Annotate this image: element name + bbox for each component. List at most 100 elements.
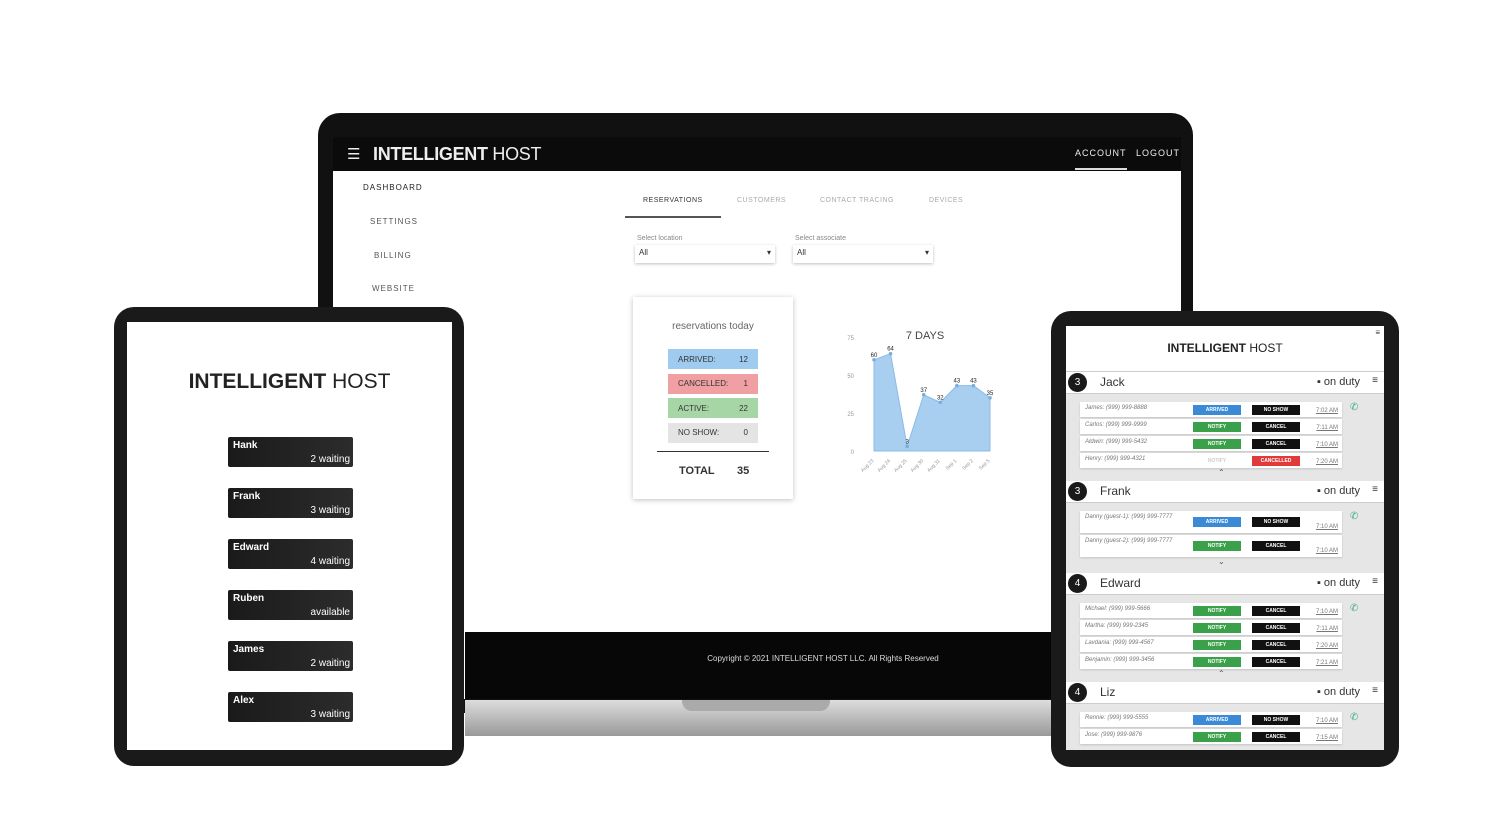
action-button[interactable]: CANCEL <box>1252 622 1300 633</box>
sidebar-item-website[interactable]: WEBSITE <box>372 284 415 293</box>
hamburger-menu-icon[interactable]: ☰ <box>347 145 360 163</box>
area-series <box>873 353 991 452</box>
action-button[interactable]: CANCEL <box>1252 438 1300 449</box>
logo: INTELLIGENT HOST <box>1167 341 1283 355</box>
tab-contact-tracing[interactable]: CONTACT TRACING <box>820 197 894 204</box>
action-button[interactable]: CANCEL <box>1252 639 1300 650</box>
left-tablet-screen: INTELLIGENT HOST Hank 2 waiting Frank 3 wai… <box>127 322 452 750</box>
reservation-time[interactable]: 7:20 AM <box>1316 459 1338 465</box>
host-button[interactable]: James 2 waiting <box>228 641 353 671</box>
status-button[interactable]: ARRIVED <box>1193 404 1241 415</box>
host-section-header[interactable]: 4 Edward ▪ on duty ≡ <box>1066 573 1384 595</box>
checkbox-icon[interactable]: ▪ <box>1317 577 1324 589</box>
app-header: ☰ INTELLIGENT HOST ACCOUNT LOGOUT <box>333 137 1181 171</box>
logo: INTELLIGENT HOST <box>188 370 391 393</box>
total-label: TOTAL <box>679 465 715 477</box>
sidebar-item-billing[interactable]: BILLING <box>374 251 412 260</box>
host-button[interactable]: Edward 4 waiting <box>228 539 353 569</box>
guest-info: Rennie: (999) 999-5555 <box>1085 715 1149 721</box>
guest-info: Aldwin: (999) 999-5432 <box>1085 439 1148 445</box>
menu-icon[interactable]: ≡ <box>1372 685 1378 696</box>
menu-icon[interactable]: ≡ <box>1372 576 1378 587</box>
host-button[interactable]: Hank 2 waiting <box>228 437 353 467</box>
guest-info: Benjamin: (999) 999-3456 <box>1085 657 1155 663</box>
reservations-today-card: reservations today ARRIVED: 12 CANCELLED: 1… <box>633 297 793 499</box>
tab-reservations[interactable]: RESERVATIONS <box>625 197 721 218</box>
host-section-header[interactable]: 4 Liz ▪ on duty ≡ <box>1066 682 1384 704</box>
status-button[interactable]: ARRIVED <box>1193 714 1241 725</box>
dropdown-arrow-icon: ▾ <box>766 248 771 257</box>
status-button[interactable]: NOTIFY <box>1193 421 1241 432</box>
tab-devices[interactable]: DEVICES <box>929 197 963 204</box>
action-button[interactable]: NO SHOW <box>1252 714 1300 725</box>
phone-icon[interactable]: ✆ <box>1350 603 1358 614</box>
checkbox-icon[interactable]: ▪ <box>1317 376 1324 388</box>
phone-icon[interactable]: ✆ <box>1350 712 1358 723</box>
reservation-time[interactable]: 7:10 AM <box>1316 548 1338 554</box>
phone-icon[interactable]: ✆ <box>1350 511 1358 522</box>
reservation-time[interactable]: 7:02 AM <box>1316 408 1338 414</box>
checkbox-icon[interactable]: ▪ <box>1317 485 1324 497</box>
reservation-time[interactable]: 7:15 AM <box>1316 735 1338 741</box>
reservation-row: James: (999) 999-8888 ARRIVED NO SHOW 7:02 … <box>1080 402 1342 417</box>
total-value: 35 <box>737 465 750 477</box>
reservation-time[interactable]: 7:10 AM <box>1316 442 1338 448</box>
action-button[interactable]: CANCEL <box>1252 605 1300 616</box>
chevron-up-icon[interactable]: ⌃ <box>1218 669 1225 678</box>
account-link[interactable]: ACCOUNT <box>1075 148 1127 170</box>
tab-customers[interactable]: CUSTOMERS <box>737 197 786 204</box>
sidebar-item-settings[interactable]: SETTINGS <box>370 217 418 226</box>
chevron-up-icon[interactable]: ⌃ <box>1218 468 1225 477</box>
duty-status: ▪ on duty <box>1317 376 1360 388</box>
host-name: Liz <box>1100 685 1116 699</box>
reservation-time[interactable]: 7:10 AM <box>1316 524 1338 530</box>
host-button[interactable]: Alex 3 waiting <box>228 692 353 722</box>
reservation-time[interactable]: 7:11 AM <box>1316 626 1338 632</box>
reservation-time[interactable]: 7:10 AM <box>1316 609 1338 615</box>
data-label: 64 <box>887 347 894 353</box>
status-button[interactable]: NOTIFY <box>1193 605 1241 616</box>
action-button[interactable]: CANCEL <box>1252 731 1300 742</box>
chevron-down-icon[interactable]: ⌄ <box>1218 557 1225 566</box>
checkbox-icon[interactable]: ▪ <box>1317 686 1324 698</box>
host-button[interactable]: Ruben available <box>228 590 353 620</box>
action-button[interactable]: CANCELLED <box>1252 455 1300 466</box>
stat-row: ARRIVED: 12 <box>668 349 758 369</box>
status-button[interactable]: NOTIFY <box>1193 455 1241 466</box>
status-button[interactable]: NOTIFY <box>1193 731 1241 742</box>
reservation-time[interactable]: 7:21 AM <box>1316 660 1338 666</box>
stat-label: ARRIVED: <box>678 354 716 364</box>
menu-icon[interactable]: ≡ <box>1372 375 1378 386</box>
status-button[interactable]: NOTIFY <box>1193 639 1241 650</box>
status-button[interactable]: NOTIFY <box>1193 622 1241 633</box>
reservation-time[interactable]: 7:11 AM <box>1316 425 1338 431</box>
seven-days-chart: 7 DAYS025507560Aug 2364Aug 243Aug 2537Au… <box>847 330 994 474</box>
phone-icon[interactable]: ✆ <box>1350 402 1358 413</box>
status-button[interactable]: NOTIFY <box>1193 438 1241 449</box>
sidebar-item-dashboard[interactable]: DASHBOARD <box>363 183 423 192</box>
host-name: Frank <box>233 491 261 502</box>
status-button[interactable]: NOTIFY <box>1193 656 1241 667</box>
host-section-header[interactable]: 3 Frank ▪ on duty ≡ <box>1066 481 1384 503</box>
action-button[interactable]: CANCEL <box>1252 541 1300 551</box>
action-button[interactable]: CANCEL <box>1252 421 1300 432</box>
status-button[interactable]: ARRIVED <box>1193 517 1241 527</box>
status-button[interactable]: NOTIFY <box>1193 541 1241 551</box>
reservation-time[interactable]: 7:20 AM <box>1316 643 1338 649</box>
action-button[interactable]: CANCEL <box>1252 656 1300 667</box>
logout-link[interactable]: LOGOUT <box>1136 148 1180 158</box>
action-button[interactable]: NO SHOW <box>1252 404 1300 415</box>
location-select[interactable]: All ▾ <box>635 245 775 263</box>
menu-icon[interactable]: ≡ <box>1372 484 1378 495</box>
host-section-header[interactable]: 3 Jack ▪ on duty ≡ <box>1066 372 1384 394</box>
guest-info: Henry: (999) 999-4321 <box>1085 456 1146 462</box>
stat-value: 22 <box>739 403 748 413</box>
guest-info: Jose: (999) 999-9876 <box>1085 732 1143 738</box>
menu-icon[interactable]: ≡ <box>1375 328 1380 337</box>
reservation-time[interactable]: 7:10 AM <box>1316 718 1338 724</box>
host-status: 3 waiting <box>310 505 350 516</box>
host-name: Hank <box>233 440 258 451</box>
action-button[interactable]: NO SHOW <box>1252 517 1300 527</box>
associate-select[interactable]: All ▾ <box>793 245 933 263</box>
host-button[interactable]: Frank 3 waiting <box>228 488 353 518</box>
